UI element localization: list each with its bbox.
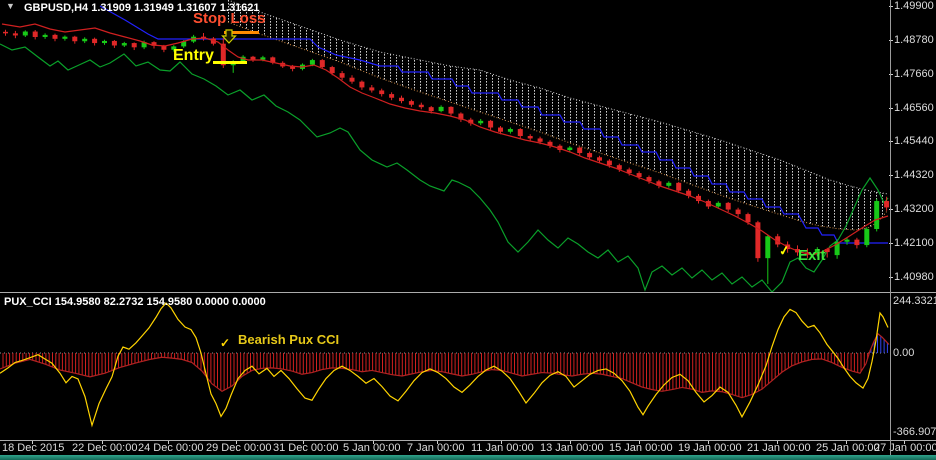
panel-divider-main-indicator[interactable]: [0, 292, 936, 293]
symbol-timeframe: GBPUSD,H4: [24, 2, 89, 14]
ind-axis-zero: 0.00: [893, 347, 915, 359]
candle-body: [745, 214, 751, 223]
candle-body: [874, 201, 880, 229]
candle-body: [725, 202, 731, 210]
candle-body: [715, 202, 721, 207]
candle-body: [250, 56, 256, 60]
candle-body: [498, 127, 503, 132]
price-axis-label: 1.42100: [894, 237, 934, 249]
candle-body: [131, 43, 137, 48]
time-axis-label: 18 Dec 2015: [2, 442, 65, 454]
candle-body: [22, 31, 28, 36]
red-ma-line: [1, 23, 889, 256]
candle-body: [428, 107, 434, 112]
candle-body: [349, 77, 355, 82]
candle-body: [735, 209, 741, 215]
cci-histogram: [2, 334, 888, 398]
candle-body: [72, 36, 78, 42]
candle-body: [121, 43, 127, 46]
time-axis-label: 7 Jan 00:00: [407, 442, 465, 454]
candle-body: [666, 182, 672, 186]
candle-body: [3, 31, 8, 34]
candle-body: [606, 160, 612, 166]
candle-body: [438, 106, 444, 112]
candle-body: [488, 120, 494, 128]
price-axis-label: 1.47660: [894, 68, 934, 80]
candle-body: [854, 239, 860, 246]
candle-body: [517, 129, 523, 137]
candle-body: [62, 36, 68, 39]
candle-body: [379, 90, 385, 95]
candle-body: [389, 94, 395, 98]
candle-body: [418, 104, 424, 108]
candle-body: [42, 34, 48, 37]
price-axis-label: 1.43200: [894, 203, 934, 215]
candle-body: [864, 228, 870, 246]
candle-body: [12, 33, 18, 36]
time-axis-label: 24 Dec 00:00: [138, 442, 204, 454]
candle-body: [111, 40, 117, 46]
time-axis-label: 21 Jan 00:00: [747, 442, 811, 454]
exit-check-icon[interactable]: ✓: [778, 242, 791, 259]
candle-body: [676, 182, 682, 191]
candle-body: [102, 40, 107, 44]
main-price-chart[interactable]: [0, 0, 890, 292]
time-axis-label: 25 Jan 00:00: [816, 442, 880, 454]
bearish-pux-cci-annotation[interactable]: Bearish Pux CCI: [238, 332, 339, 347]
axis-border-line: [890, 0, 891, 455]
ind-axis-min: -366.9071: [893, 426, 936, 438]
indicator-title: PUX_CCI 154.9580 82.2732 154.9580 0.0000…: [4, 296, 266, 308]
candle-body: [537, 138, 543, 142]
price-axis-label: 1.40980: [894, 271, 934, 283]
candle-body: [52, 34, 58, 39]
candle-body: [399, 97, 404, 102]
candle-body: [478, 120, 484, 124]
candle-body: [597, 157, 602, 161]
candle-body: [329, 67, 335, 74]
time-axis-label: 27 Jan 00:00: [874, 442, 936, 454]
panel-divider-indicator-timeaxis: [0, 440, 936, 441]
time-axis-label: 11 Jan 00:00: [471, 442, 534, 454]
price-axis-label: 1.48780: [894, 34, 934, 46]
time-axis-label: 31 Dec 00:00: [273, 442, 339, 454]
candle-body: [448, 106, 454, 114]
entry-annotation[interactable]: Entry: [173, 47, 214, 65]
candle-body: [765, 236, 771, 259]
ind-axis-max: 244.3321: [893, 295, 936, 307]
chart-dropdown-icon[interactable]: ▼: [6, 1, 15, 11]
time-axis-label: 13 Jan 00:00: [540, 442, 604, 454]
price-axis-label: 1.44320: [894, 169, 934, 181]
window-bottom-edge: [0, 455, 936, 460]
candle-body: [92, 38, 98, 44]
candle-body: [527, 136, 533, 139]
pux-cci-indicator-panel[interactable]: [0, 293, 890, 440]
candle-body: [587, 153, 593, 158]
stop-loss-annotation[interactable]: Stop Loss: [193, 10, 266, 27]
price-axis-label: 1.46560: [894, 102, 934, 114]
candle-body: [339, 73, 345, 78]
candle-body: [844, 239, 850, 242]
price-axis-label: 1.49900: [894, 0, 934, 12]
candle-body: [82, 38, 88, 42]
candle-body: [884, 201, 890, 208]
time-axis-label: 29 Dec 00:00: [206, 442, 272, 454]
candle-body: [359, 81, 365, 88]
time-axis-label: 5 Jan 00:00: [343, 442, 401, 454]
candle-body: [369, 87, 375, 91]
cci-check-icon[interactable]: ✓: [220, 336, 230, 350]
exit-annotation[interactable]: Exit: [798, 247, 826, 264]
time-axis-label: 22 Dec 00:00: [72, 442, 138, 454]
candle-body: [567, 147, 573, 150]
candle-body: [309, 60, 315, 65]
candle-body: [32, 31, 38, 37]
candle-body: [408, 101, 414, 105]
candle-body: [319, 60, 325, 68]
mt4-chart-window: ▼ GBPUSD,H4 1.31909 1.31949 1.31607 1.31…: [0, 0, 936, 460]
candle-body: [577, 147, 583, 154]
entry-line[interactable]: [213, 61, 247, 64]
time-axis-label: 19 Jan 00:00: [678, 442, 742, 454]
candle-body: [507, 129, 513, 132]
price-axis-label: 1.45440: [894, 135, 934, 147]
time-axis-label: 15 Jan 00:00: [609, 442, 673, 454]
